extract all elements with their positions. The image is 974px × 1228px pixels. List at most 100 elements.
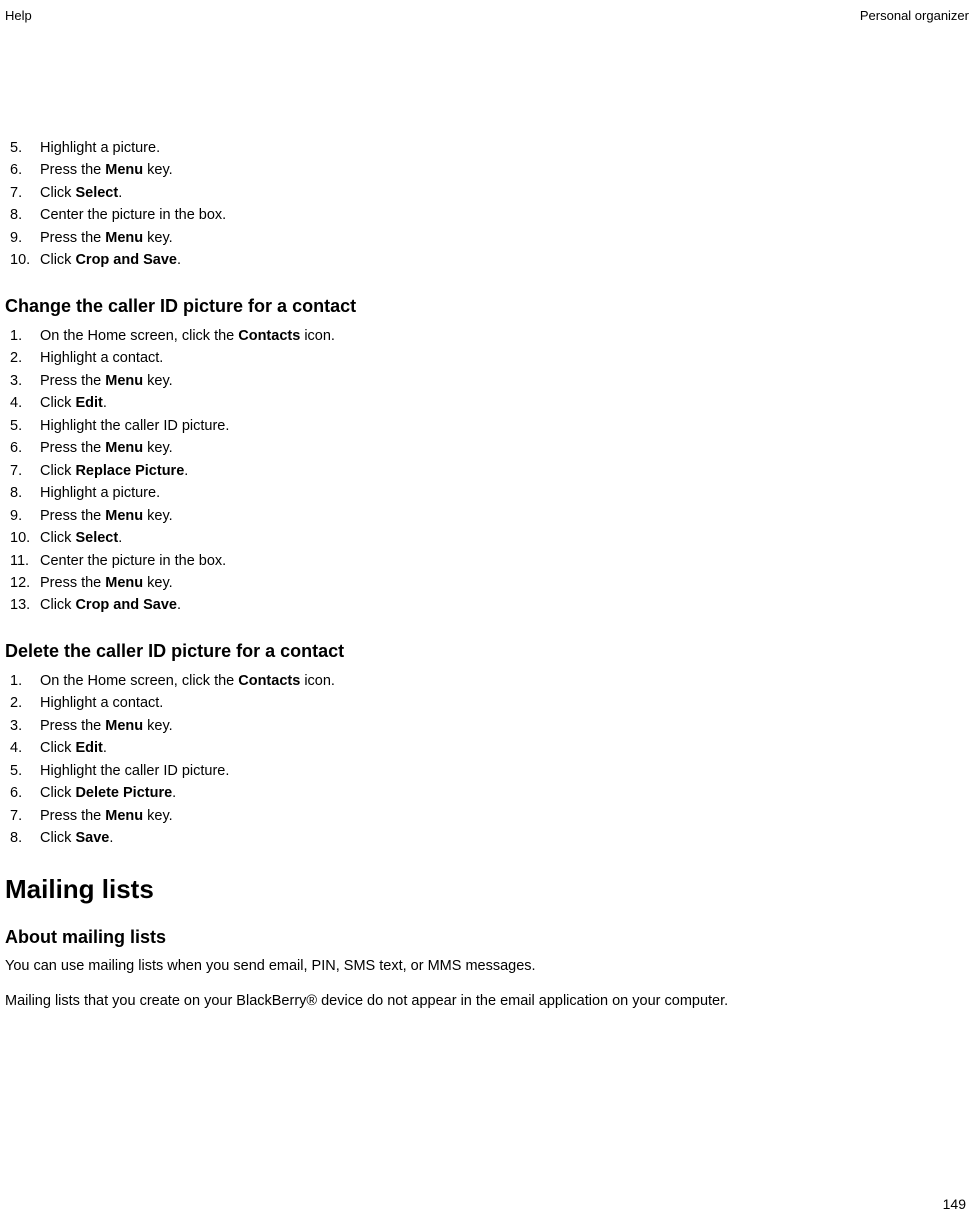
list-item: 10.Click Select. [5, 527, 969, 549]
list-item: 9.Press the Menu key. [5, 505, 969, 527]
step-number: 6. [10, 782, 40, 804]
list-item: 3.Press the Menu key. [5, 715, 969, 737]
step-number: 8. [10, 482, 40, 504]
paragraph-2: Mailing lists that you create on your Bl… [5, 991, 969, 1013]
list-item: 8.Center the picture in the box. [5, 204, 969, 226]
step-number: 9. [10, 505, 40, 527]
list-item: 7.Click Select. [5, 182, 969, 204]
paragraph-1: You can use mailing lists when you send … [5, 956, 969, 978]
step-number: 7. [10, 182, 40, 204]
step-number: 5. [10, 137, 40, 159]
header-right: Personal organizer [860, 8, 969, 23]
list-item: 5.Highlight the caller ID picture. [5, 760, 969, 782]
step-number: 6. [10, 437, 40, 459]
heading-about-mailing-lists: About mailing lists [5, 927, 969, 948]
bold-term: Replace Picture [75, 463, 184, 479]
step-text: Click Edit. [40, 737, 969, 759]
step-text: On the Home screen, click the Contacts i… [40, 325, 969, 347]
bold-term: Menu [105, 575, 143, 591]
step-number: 12. [10, 572, 40, 594]
bold-term: Crop and Save [75, 252, 177, 268]
step-text: Click Replace Picture. [40, 460, 969, 482]
step-text: Click Save. [40, 827, 969, 849]
step-list-1: 5.Highlight a picture.6.Press the Menu k… [5, 137, 969, 272]
list-item: 10.Click Crop and Save. [5, 249, 969, 271]
step-text: Highlight a picture. [40, 137, 969, 159]
step-list-3: 1.On the Home screen, click the Contacts… [5, 670, 969, 850]
step-text: Highlight a contact. [40, 692, 969, 714]
step-text: Press the Menu key. [40, 572, 969, 594]
bold-term: Crop and Save [75, 597, 177, 613]
step-text: Click Edit. [40, 392, 969, 414]
step-number: 4. [10, 392, 40, 414]
list-item: 3.Press the Menu key. [5, 370, 969, 392]
list-item: 13.Click Crop and Save. [5, 594, 969, 616]
list-item: 6.Press the Menu key. [5, 437, 969, 459]
step-number: 7. [10, 805, 40, 827]
bold-term: Menu [105, 718, 143, 734]
step-text: Press the Menu key. [40, 715, 969, 737]
list-item: 4.Click Edit. [5, 392, 969, 414]
step-text: Highlight the caller ID picture. [40, 760, 969, 782]
step-text: Highlight a contact. [40, 347, 969, 369]
list-item: 2.Highlight a contact. [5, 347, 969, 369]
step-number: 5. [10, 415, 40, 437]
list-item: 1.On the Home screen, click the Contacts… [5, 670, 969, 692]
step-text: Center the picture in the box. [40, 204, 969, 226]
bold-term: Contacts [238, 328, 300, 344]
list-item: 7.Press the Menu key. [5, 805, 969, 827]
list-item: 5.Highlight a picture. [5, 137, 969, 159]
list-item: 5.Highlight the caller ID picture. [5, 415, 969, 437]
step-text: Click Crop and Save. [40, 249, 969, 271]
bold-term: Edit [75, 395, 102, 411]
step-text: On the Home screen, click the Contacts i… [40, 670, 969, 692]
list-item: 1.On the Home screen, click the Contacts… [5, 325, 969, 347]
list-item: 9.Press the Menu key. [5, 227, 969, 249]
bold-term: Select [75, 530, 118, 546]
step-text: Click Crop and Save. [40, 594, 969, 616]
step-number: 5. [10, 760, 40, 782]
step-text: Press the Menu key. [40, 805, 969, 827]
step-text: Click Select. [40, 182, 969, 204]
bold-term: Edit [75, 740, 102, 756]
list-item: 8.Click Save. [5, 827, 969, 849]
list-item: 6.Press the Menu key. [5, 159, 969, 181]
step-number: 4. [10, 737, 40, 759]
step-number: 1. [10, 325, 40, 347]
bold-term: Menu [105, 373, 143, 389]
step-number: 10. [10, 249, 40, 271]
step-number: 10. [10, 527, 40, 549]
page-number: 149 [943, 1196, 966, 1212]
bold-term: Save [75, 830, 109, 846]
list-item: 7.Click Replace Picture. [5, 460, 969, 482]
list-item: 2.Highlight a contact. [5, 692, 969, 714]
list-item: 12.Press the Menu key. [5, 572, 969, 594]
step-number: 7. [10, 460, 40, 482]
step-text: Center the picture in the box. [40, 550, 969, 572]
heading-mailing-lists: Mailing lists [5, 874, 969, 905]
list-item: 8.Highlight a picture. [5, 482, 969, 504]
heading-delete-caller-id: Delete the caller ID picture for a conta… [5, 641, 969, 662]
bold-term: Menu [105, 230, 143, 246]
step-number: 8. [10, 827, 40, 849]
bold-term: Contacts [238, 673, 300, 689]
bold-term: Menu [105, 808, 143, 824]
bold-term: Select [75, 185, 118, 201]
header-left: Help [5, 8, 32, 23]
bold-term: Menu [105, 508, 143, 524]
step-text: Highlight a picture. [40, 482, 969, 504]
step-number: 13. [10, 594, 40, 616]
step-number: 2. [10, 692, 40, 714]
step-text: Press the Menu key. [40, 227, 969, 249]
step-number: 11. [10, 550, 40, 572]
step-text: Click Delete Picture. [40, 782, 969, 804]
step-text: Press the Menu key. [40, 437, 969, 459]
step-number: 8. [10, 204, 40, 226]
step-number: 3. [10, 370, 40, 392]
heading-change-caller-id: Change the caller ID picture for a conta… [5, 296, 969, 317]
list-item: 11.Center the picture in the box. [5, 550, 969, 572]
step-text: Highlight the caller ID picture. [40, 415, 969, 437]
step-number: 2. [10, 347, 40, 369]
step-list-2: 1.On the Home screen, click the Contacts… [5, 325, 969, 617]
step-text: Click Select. [40, 527, 969, 549]
